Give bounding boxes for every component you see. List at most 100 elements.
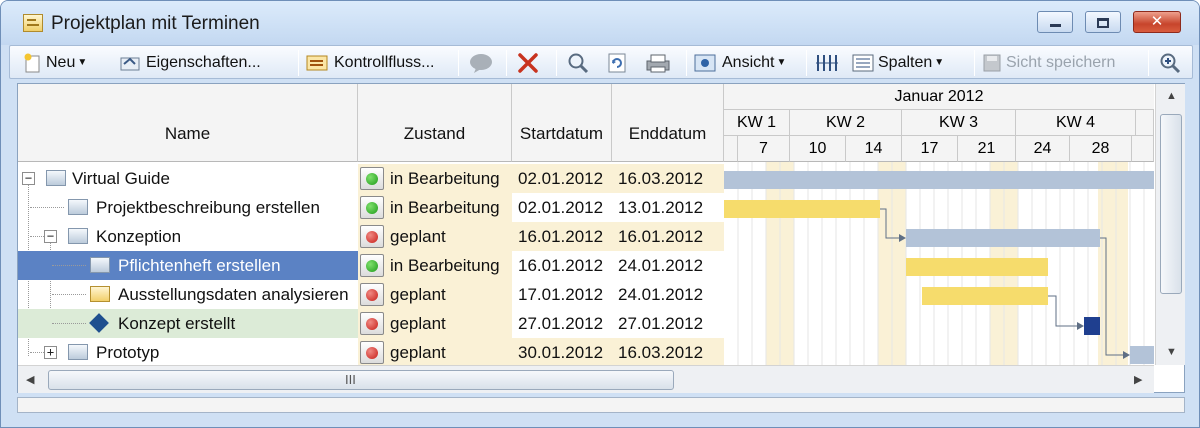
collapse-toggle[interactable]: − (44, 230, 57, 243)
save-icon (983, 54, 1001, 72)
gantt-app-icon (23, 14, 43, 32)
status-button[interactable] (360, 341, 384, 364)
timeline-week: KW 1 (724, 110, 790, 136)
view-menu-button[interactable]: Ansicht ▼ (694, 49, 786, 76)
status-button[interactable] (360, 196, 384, 219)
vertical-scroll-thumb[interactable] (1160, 114, 1182, 294)
comment-button[interactable] (468, 49, 498, 76)
task-icon (68, 199, 88, 215)
status-button[interactable] (360, 167, 384, 190)
status-button[interactable] (360, 254, 384, 277)
expand-toggle[interactable]: + (44, 346, 57, 359)
task-name: Ausstellungsdaten analysieren (118, 285, 349, 304)
gantt-task-bar[interactable] (922, 287, 1048, 305)
list-icon (852, 54, 874, 72)
control-flow-icon (306, 55, 328, 71)
gantt-task-bar[interactable] (724, 200, 880, 218)
toolbar-divider (686, 50, 687, 76)
new-button[interactable]: Neu ▼ (24, 49, 87, 76)
column-width-button[interactable] (814, 49, 842, 76)
search-button[interactable] (566, 49, 594, 76)
column-header-start[interactable]: Startdatum (512, 84, 612, 162)
scroll-right-icon[interactable]: ▶ (1134, 373, 1142, 386)
name-cell: − Konzeption (18, 222, 358, 251)
end-date: 24.01.2012 (612, 280, 724, 309)
status-button[interactable] (360, 225, 384, 248)
start-date: 02.01.2012 (512, 164, 612, 193)
start-date: 30.01.2012 (512, 338, 612, 367)
collapse-toggle[interactable]: − (22, 172, 35, 185)
vertical-scrollbar[interactable]: ▲ ▼ (1155, 84, 1185, 365)
minimize-button[interactable] (1037, 11, 1073, 33)
state-text: geplant (390, 227, 446, 246)
timeline-day: 14 (846, 136, 902, 162)
summary-task-icon (46, 170, 66, 186)
table-row[interactable]: − Konzeption geplant 16.01.2012 16.01.20… (18, 222, 724, 251)
refresh-button[interactable] (606, 49, 632, 76)
timeline-day: 21 (958, 136, 1016, 162)
table-row[interactable]: Ausstellungsdaten analysieren geplant 17… (18, 280, 724, 309)
table-row[interactable]: − Virtual Guide in Bearbeitung 02.01.201… (18, 164, 724, 193)
maximize-button[interactable] (1085, 11, 1121, 33)
end-date: 27.01.2012 (612, 309, 724, 338)
view-icon (694, 54, 716, 72)
name-cell: + Prototyp (18, 338, 358, 367)
gantt-summary-bar[interactable] (1130, 346, 1154, 364)
status-bar (17, 397, 1185, 413)
state-text: geplant (390, 285, 446, 304)
scroll-grip-icon: III (345, 372, 356, 387)
print-button[interactable] (644, 49, 676, 76)
status-button[interactable] (360, 312, 384, 335)
toolbar-divider (974, 50, 975, 76)
end-date: 16.01.2012 (612, 222, 724, 251)
scroll-up-icon[interactable]: ▲ (1166, 90, 1177, 102)
start-date: 16.01.2012 (512, 251, 612, 280)
status-green-icon (366, 260, 378, 272)
table-row[interactable]: + Prototyp geplant 30.01.2012 16.03.2012 (18, 338, 724, 367)
chevron-down-icon: ▼ (77, 57, 88, 69)
gantt-chart[interactable] (724, 162, 1154, 365)
save-view-button[interactable]: Sicht speichern (982, 49, 1115, 76)
columns-menu-button[interactable]: Spalten ▼ (852, 49, 944, 76)
timeline-day: 28 (1070, 136, 1132, 162)
table-row-selected[interactable]: Pflichtenheft erstellen in Bearbeitung 1… (18, 251, 724, 280)
name-cell: − Virtual Guide (18, 164, 358, 193)
properties-button[interactable]: Eigenschaften... (120, 49, 261, 76)
close-button[interactable]: ✕ (1133, 11, 1181, 33)
zoom-in-button[interactable] (1158, 49, 1186, 76)
scroll-down-icon[interactable]: ▼ (1166, 346, 1177, 358)
gantt-summary-bar[interactable] (906, 229, 1100, 247)
task-name: Konzeption (96, 227, 182, 246)
column-header-end[interactable]: Enddatum (612, 84, 724, 162)
state-text: in Bearbeitung (390, 256, 500, 275)
horizontal-scrollbar[interactable]: ◀ III ▶ (18, 365, 1154, 393)
column-header-state-label: Zustand (403, 124, 466, 143)
state-cell: in Bearbeitung (358, 164, 512, 193)
state-cell: geplant (358, 280, 512, 309)
speech-bubble-icon (470, 53, 492, 73)
gantt-milestone[interactable] (1084, 317, 1100, 335)
timeline-week (1136, 110, 1154, 136)
toolbar-divider (298, 50, 299, 76)
summary-task-icon (68, 344, 88, 360)
table-row[interactable]: Konzept erstellt geplant 27.01.2012 27.0… (18, 309, 724, 338)
column-header-start-label: Startdatum (519, 124, 604, 143)
scroll-left-icon[interactable]: ◀ (26, 373, 34, 386)
column-header-state[interactable]: Zustand (358, 84, 512, 162)
control-flow-button[interactable]: Kontrollfluss... (306, 49, 434, 76)
gantt-task-bar[interactable] (906, 258, 1048, 276)
status-button[interactable] (360, 283, 384, 306)
start-date: 02.01.2012 (512, 193, 612, 222)
horizontal-scroll-thumb[interactable]: III (48, 370, 674, 390)
task-name: Prototyp (96, 343, 160, 362)
delete-button[interactable] (516, 49, 544, 76)
state-text: geplant (390, 343, 446, 362)
chevron-down-icon: ▼ (776, 57, 787, 69)
gantt-summary-bar[interactable] (724, 171, 1154, 189)
column-header-name[interactable]: Name (18, 84, 358, 162)
milestone-diamond-icon (89, 313, 109, 333)
timeline-day: 17 (902, 136, 958, 162)
end-date: 16.03.2012 (612, 164, 724, 193)
table-row[interactable]: Projektbeschreibung erstellen in Bearbei… (18, 193, 724, 222)
toolbar-divider (556, 50, 557, 76)
